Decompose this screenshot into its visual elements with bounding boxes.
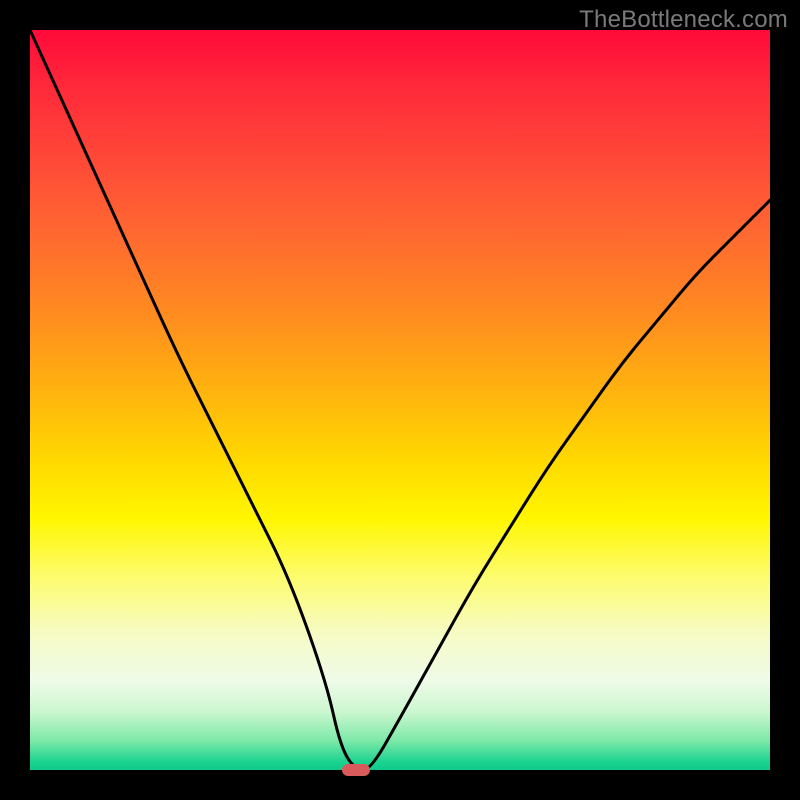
minimum-marker (342, 764, 370, 776)
bottleneck-curve (30, 30, 770, 770)
plot-area (30, 30, 770, 770)
chart-frame: TheBottleneck.com (0, 0, 800, 800)
curve-svg (30, 30, 770, 770)
